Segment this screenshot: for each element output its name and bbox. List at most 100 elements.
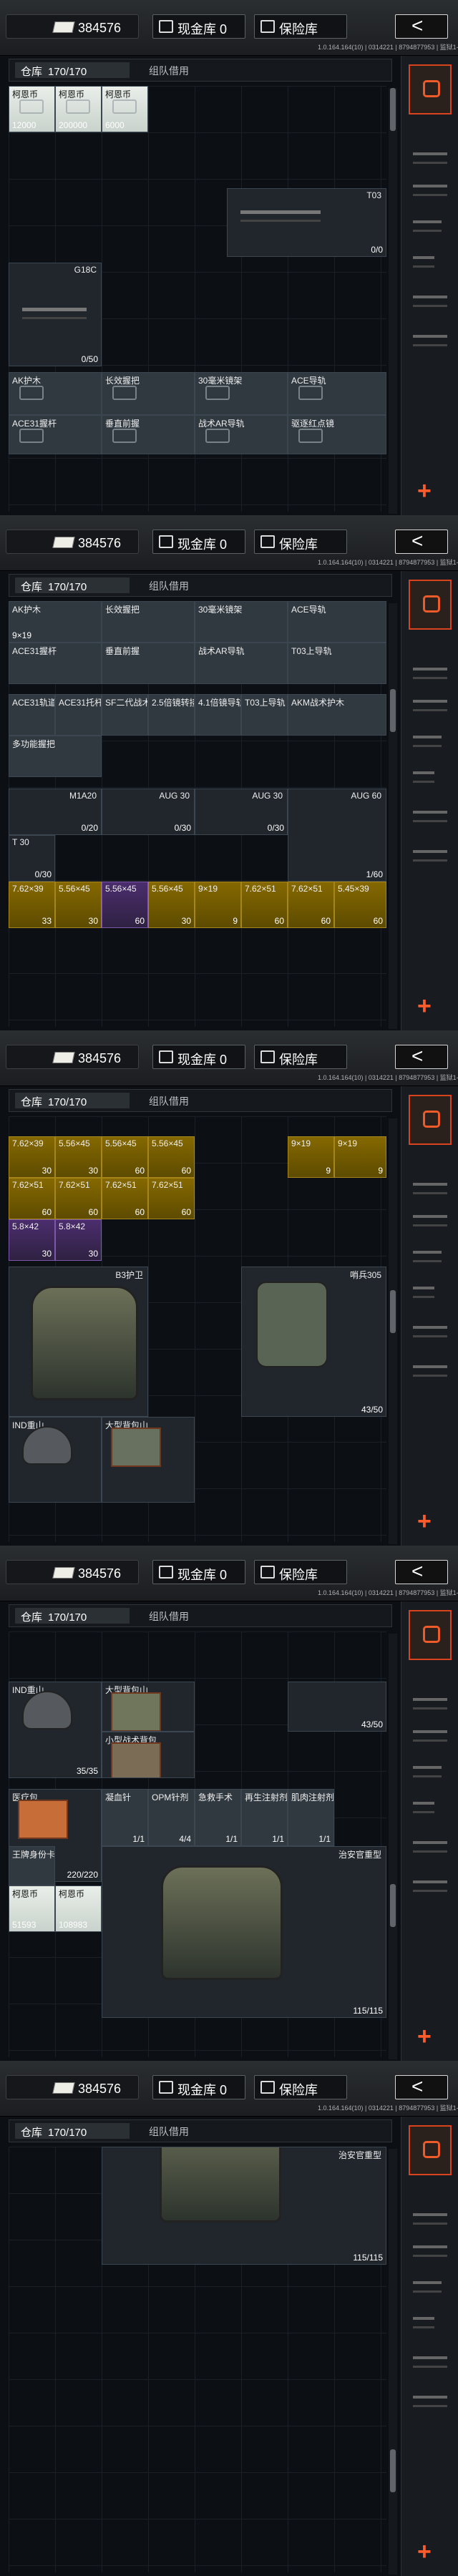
inventory-item[interactable]: AUG 60 1/60: [288, 789, 386, 882]
scroll-thumb[interactable]: [390, 2449, 396, 2492]
inventory-item[interactable]: ACE导轨: [288, 601, 386, 643]
inventory-item[interactable]: AUG 30 0/30: [102, 789, 195, 835]
back-button[interactable]: <: [395, 530, 448, 554]
ammo-item[interactable]: 5.56×45 60: [102, 882, 148, 928]
inventory-item[interactable]: 长效握把: [102, 372, 195, 415]
armor-item[interactable]: 治安官重型 115/115: [102, 2147, 386, 2265]
magazine-icon[interactable]: [413, 771, 434, 783]
ammo-item[interactable]: 7.62×51 60: [102, 1178, 148, 1219]
inventory-scrollbar[interactable]: [389, 88, 397, 514]
cash-vault-button[interactable]: 现金库 0: [152, 2075, 245, 2099]
pistol-icon[interactable]: [413, 736, 442, 747]
backpack-icon[interactable]: [413, 1880, 447, 1892]
inventory-item[interactable]: 30毫米镜架: [195, 601, 288, 643]
storage-tab[interactable]: 仓库 170/170: [15, 1608, 130, 1624]
magazine-icon[interactable]: [413, 2317, 434, 2328]
inventory-item[interactable]: M1A20 0/20: [9, 789, 102, 835]
inventory-item[interactable]: 战术AR导轨: [195, 643, 288, 684]
ammo-item[interactable]: 5.56×45 60: [102, 1136, 148, 1178]
inventory-item[interactable]: 驱逐红点镜: [288, 415, 386, 454]
rifle-icon[interactable]: [413, 1730, 447, 1742]
ammo-item[interactable]: 5.8×42 30: [9, 1219, 55, 1261]
money-item[interactable]: 柯恩币 51593: [9, 1885, 55, 1932]
inventory-item[interactable]: 柯恩币 200000: [55, 86, 102, 132]
backpack-item[interactable]: 小型战术背包: [102, 1732, 195, 1778]
inventory-item[interactable]: ACE31轨道: [9, 694, 55, 736]
back-button[interactable]: <: [395, 1560, 448, 1584]
inventory-item[interactable]: AK护木: [9, 372, 102, 415]
armor-item[interactable]: 43/50: [288, 1682, 386, 1732]
team-loan-tab[interactable]: 组队借用: [149, 1609, 189, 1624]
medical-item[interactable]: OPM针剂 4/4: [148, 1789, 195, 1846]
ammo-item[interactable]: 9×19 9: [334, 1136, 386, 1178]
backpack-icon[interactable]: [413, 335, 447, 346]
storage-category-button[interactable]: [409, 1095, 452, 1145]
backpack-icon[interactable]: [413, 1365, 447, 1377]
inventory-item[interactable]: 柯恩币 12000: [9, 86, 55, 132]
backpack-item[interactable]: 大型背包山: [102, 1417, 195, 1503]
safe-button[interactable]: 保险库: [254, 1045, 347, 1069]
pistol-icon[interactable]: [413, 1766, 442, 1777]
id-card-item[interactable]: 王牌身份卡: [9, 1846, 55, 1885]
ammo-item[interactable]: 5.56×45 60: [148, 1136, 195, 1178]
inventory-item[interactable]: 战术AR导轨: [195, 415, 288, 454]
safe-button[interactable]: 保险库: [254, 14, 347, 39]
inventory-scrollbar[interactable]: [389, 603, 397, 1029]
inventory-item[interactable]: T03 0/0: [227, 188, 386, 257]
rifle-icon[interactable]: [413, 152, 447, 164]
inventory-item[interactable]: 30毫米镜架: [195, 372, 288, 415]
inventory-item[interactable]: SF二代战术握把: [102, 694, 148, 736]
safe-button[interactable]: 保险库: [254, 1560, 347, 1584]
pistol-icon[interactable]: [413, 220, 442, 232]
back-button[interactable]: <: [395, 1045, 448, 1069]
cash-vault-button[interactable]: 现金库 0: [152, 1045, 245, 1069]
rifle-icon[interactable]: [413, 2245, 447, 2257]
armor-icon[interactable]: [413, 811, 447, 822]
cash-vault-button[interactable]: 现金库 0: [152, 14, 245, 39]
backpack-item[interactable]: 大型背包山: [102, 1682, 195, 1732]
pistol-icon[interactable]: [413, 2281, 442, 2293]
rifle-icon[interactable]: [413, 2213, 447, 2225]
inventory-item[interactable]: ACE31握杆: [9, 643, 102, 684]
ammo-item[interactable]: 7.62×39 30: [9, 1136, 55, 1178]
armor-icon[interactable]: [413, 2356, 447, 2368]
inventory-item[interactable]: AUG 30 0/30: [195, 789, 288, 835]
helmet-item[interactable]: IND重山: [9, 1417, 102, 1503]
rifle-icon[interactable]: [413, 700, 447, 711]
magazine-icon[interactable]: [413, 256, 434, 268]
inventory-item[interactable]: ACE31托杆: [55, 694, 102, 736]
rifle-icon[interactable]: [413, 668, 447, 679]
ammo-item[interactable]: 7.62×51 60: [148, 1178, 195, 1219]
inventory-item[interactable]: T03上导轨: [241, 694, 288, 736]
ammo-item[interactable]: 5.56×45 30: [148, 882, 195, 928]
magazine-icon[interactable]: [413, 1802, 434, 1813]
inventory-item[interactable]: AKM战术护木: [288, 694, 386, 736]
inventory-item[interactable]: ACE31握杆: [9, 415, 102, 454]
armor-icon[interactable]: [413, 1326, 447, 1337]
inventory-item[interactable]: T03上导轨: [288, 643, 386, 684]
add-icon[interactable]: +: [417, 477, 432, 505]
inventory-item[interactable]: ACE导轨: [288, 372, 386, 415]
inventory-item[interactable]: 长效握把: [102, 601, 195, 643]
safe-button[interactable]: 保险库: [254, 2075, 347, 2099]
back-button[interactable]: <: [395, 14, 448, 39]
inventory-scrollbar[interactable]: [389, 2149, 397, 2575]
magazine-icon[interactable]: [413, 1287, 434, 1298]
rifle-icon[interactable]: [413, 185, 447, 196]
ammo-item[interactable]: 5.45×39 60: [334, 882, 386, 928]
inventory-item[interactable]: 垂直前握: [102, 643, 195, 684]
team-loan-tab[interactable]: 组队借用: [149, 579, 189, 593]
medical-item[interactable]: 肌肉注射剂 1/1: [288, 1789, 334, 1846]
rifle-icon[interactable]: [413, 1215, 447, 1226]
inventory-item[interactable]: 垂直前握: [102, 415, 195, 454]
add-icon[interactable]: +: [417, 1508, 432, 1536]
medical-item[interactable]: 急救手术 1/1: [195, 1789, 241, 1846]
armor-icon[interactable]: [413, 1841, 447, 1853]
inventory-item[interactable]: 4.1倍镜导轨: [195, 694, 241, 736]
scroll-thumb[interactable]: [390, 1884, 396, 1927]
inventory-item[interactable]: 多功能握把: [9, 736, 102, 777]
ammo-item[interactable]: 7.62×51 60: [241, 882, 288, 928]
inventory-item[interactable]: AK护木 9×19: [9, 601, 102, 643]
storage-category-button[interactable]: [409, 64, 452, 114]
money-item[interactable]: 柯恩币 108983: [55, 1885, 102, 1932]
